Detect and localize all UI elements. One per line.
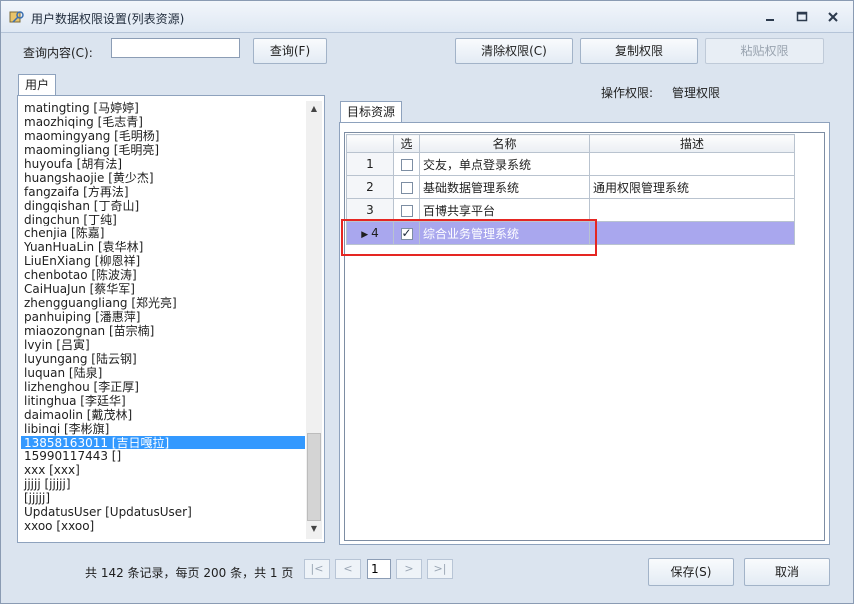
grid-cell-select xyxy=(393,152,420,176)
user-list-item[interactable]: maomingliang [毛明亮] xyxy=(21,143,305,157)
user-list-item[interactable]: miaozongnan [苗宗楠] xyxy=(21,324,305,338)
grid-row[interactable]: 1 交友，单点登录系统 xyxy=(346,152,795,176)
tab-target-resources[interactable]: 目标资源 xyxy=(340,101,403,123)
paste-permission-button: 粘贴权限 xyxy=(705,38,824,64)
user-list-item[interactable]: luyungang [陆云钢] xyxy=(21,352,305,366)
grid-header-select[interactable]: 选 xyxy=(393,134,420,153)
highlight-annotation xyxy=(341,219,597,256)
user-list[interactable]: matingting [马婷婷] maozhiqing [毛志青] maomingy… xyxy=(21,101,305,541)
permission-value: 管理权限 xyxy=(672,86,721,100)
minimize-icon[interactable] xyxy=(761,8,779,26)
user-list-item[interactable]: lizhenghou [李正厚] xyxy=(21,380,305,394)
grid-row-number: 1 xyxy=(366,157,374,171)
query-input[interactable] xyxy=(111,38,240,58)
user-list-item[interactable]: xxoo [xxoo] xyxy=(21,519,305,533)
grid-cell-desc[interactable] xyxy=(589,221,795,245)
row-checkbox[interactable] xyxy=(400,204,413,217)
grid-cell-desc[interactable] xyxy=(589,152,795,176)
user-list-item[interactable]: matingting [马婷婷] xyxy=(21,101,305,115)
window-title: 用户数据权限设置(列表资源) xyxy=(31,12,185,26)
user-list-item[interactable]: UpdatusUser [UpdatusUser] xyxy=(21,505,305,519)
save-button[interactable]: 保存(S) xyxy=(648,558,734,586)
user-list-item[interactable]: chenbotao [陈波涛] xyxy=(21,268,305,282)
user-list-item[interactable]: YuanHuaLin [袁华林] xyxy=(21,240,305,254)
pager-page-input[interactable] xyxy=(367,559,391,579)
scroll-up-icon[interactable]: ▲ xyxy=(306,101,322,117)
grid-row-header[interactable]: 2 xyxy=(346,175,394,199)
user-list-item[interactable]: huangshaojie [黄少杰] xyxy=(21,171,305,185)
user-list-item[interactable]: 13858163011 [吉日嘎拉] xyxy=(21,435,305,450)
user-list-item[interactable]: daimaolin [戴茂林] xyxy=(21,408,305,422)
grid-row-number: 2 xyxy=(366,180,374,194)
grid-cell-name[interactable]: 交友，单点登录系统 xyxy=(419,152,590,176)
user-list-item[interactable]: dingchun [丁纯] xyxy=(21,213,305,227)
pager-next-button[interactable]: > xyxy=(396,559,422,579)
grid-row-header[interactable]: 1 xyxy=(346,152,394,176)
title-bar: 用户数据权限设置(列表资源) xyxy=(1,1,853,33)
maximize-icon[interactable] xyxy=(793,8,811,26)
user-list-scrollbar[interactable]: ▲ ▼ xyxy=(306,101,322,539)
user-list-item[interactable]: fangzaifa [方再法] xyxy=(21,185,305,199)
user-list-item[interactable]: litinghua [李廷华] xyxy=(21,394,305,408)
clear-permission-button[interactable]: 清除权限(C) xyxy=(455,38,573,64)
user-list-item[interactable]: zhengguangliang [郑光亮] xyxy=(21,296,305,310)
user-list-item[interactable]: libinqi [李彬旗] xyxy=(21,422,305,436)
user-list-item[interactable]: xxx [xxx] xyxy=(21,463,305,477)
pager-last-button[interactable]: >| xyxy=(427,559,453,579)
user-list-item[interactable]: luquan [陆泉] xyxy=(21,366,305,380)
permission-label: 操作权限: xyxy=(601,86,654,100)
grid-corner-header xyxy=(346,134,394,153)
user-list-item[interactable]: dingqishan [丁奇山] xyxy=(21,199,305,213)
query-button[interactable]: 查询(F) xyxy=(253,38,327,64)
grid-cell-name[interactable]: 基础数据管理系统 xyxy=(419,175,590,199)
query-label: 查询内容(C): xyxy=(23,46,93,60)
grid-header-desc[interactable]: 描述 xyxy=(589,134,795,153)
copy-permission-button[interactable]: 复制权限 xyxy=(580,38,698,64)
tab-users[interactable]: 用户 xyxy=(18,74,57,96)
user-list-item[interactable]: jjjjj [jjjjj] xyxy=(21,477,305,491)
scroll-thumb[interactable] xyxy=(307,433,321,521)
grid-row[interactable]: 2 基础数据管理系统 通用权限管理系统 xyxy=(346,175,795,199)
user-list-item[interactable]: huyoufa [胡有法] xyxy=(21,157,305,171)
app-key-icon xyxy=(9,11,24,23)
user-list-item[interactable]: LiuEnXiang [柳恩祥] xyxy=(21,254,305,268)
pager-prev-button[interactable]: < xyxy=(335,559,361,579)
user-list-item[interactable]: lvyin [吕寅] xyxy=(21,338,305,352)
scroll-down-icon[interactable]: ▼ xyxy=(306,521,322,537)
user-list-item[interactable]: chenjia [陈嘉] xyxy=(21,226,305,240)
grid-cell-desc[interactable]: 通用权限管理系统 xyxy=(589,175,795,199)
grid-row-number: 3 xyxy=(366,203,374,217)
user-list-item[interactable]: CaiHuaJun [蔡华军] xyxy=(21,282,305,296)
user-list-item[interactable]: maozhiqing [毛志青] xyxy=(21,115,305,129)
pager-summary: 共 142 条记录，每页 200 条，共 1 页 xyxy=(85,566,294,580)
user-list-item[interactable]: maomingyang [毛明杨] xyxy=(21,129,305,143)
grid-header-name[interactable]: 名称 xyxy=(419,134,590,153)
user-list-item[interactable]: 15990117443 [] xyxy=(21,449,305,463)
grid-cell-select xyxy=(393,175,420,199)
row-checkbox[interactable] xyxy=(400,158,413,171)
grid-cell-desc[interactable] xyxy=(589,198,795,222)
pager-first-button[interactable]: |< xyxy=(304,559,330,579)
cancel-button[interactable]: 取消 xyxy=(744,558,830,586)
user-list-item[interactable]: [jjjjj] xyxy=(21,491,305,505)
user-list-item[interactable]: panhuiping [潘惠萍] xyxy=(21,310,305,324)
close-icon[interactable] xyxy=(824,8,842,26)
row-checkbox[interactable] xyxy=(400,181,413,194)
dialog-window: 用户数据权限设置(列表资源) 查询内容(C): 查询(F) 清除权限(C) 复制… xyxy=(0,0,854,604)
